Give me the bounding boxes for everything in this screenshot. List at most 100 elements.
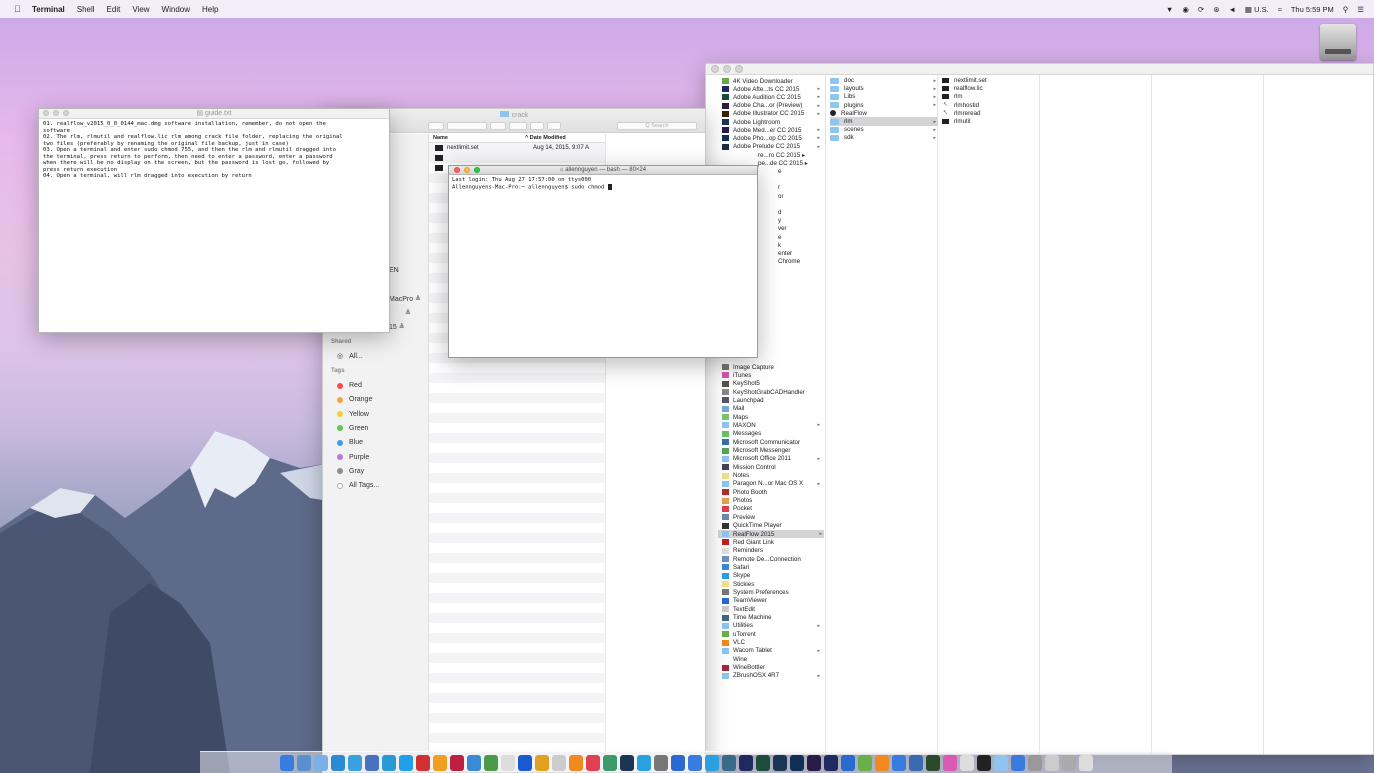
- terminal-output[interactable]: Last login: Thu Aug 27 17:57:00 on ttys0…: [449, 175, 757, 193]
- application-item[interactable]: Photo Booth: [722, 488, 822, 496]
- dock-app-icon[interactable]: [330, 754, 345, 771]
- arrange-button[interactable]: [490, 122, 506, 130]
- close-button[interactable]: [711, 65, 719, 73]
- dock-app-icon[interactable]: [364, 754, 379, 771]
- application-item[interactable]: VLC: [722, 639, 822, 647]
- application-item[interactable]: TextEdit: [722, 605, 822, 613]
- menu-shell[interactable]: Shell: [77, 5, 95, 14]
- action-gear-button[interactable]: [509, 122, 527, 130]
- dock-app-icon[interactable]: [585, 754, 600, 771]
- application-item[interactable]: Skype: [722, 572, 822, 580]
- tag-item[interactable]: All Tags...: [337, 482, 379, 489]
- application-item[interactable]: Time Machine: [722, 614, 822, 622]
- tag-button[interactable]: [547, 122, 561, 130]
- application-item[interactable]: Mission Control: [722, 463, 822, 471]
- application-item[interactable]: 4K Video Downloader: [722, 77, 822, 85]
- application-item[interactable]: ZBrushOSX 4R7 ▸: [722, 672, 822, 680]
- application-item[interactable]: Wine: [722, 655, 822, 663]
- application-item[interactable]: Mail: [722, 405, 822, 413]
- dock-app-icon[interactable]: [1061, 754, 1076, 771]
- application-item[interactable]: Adobe Pho...op CC 2015 ▸: [722, 134, 822, 142]
- application-item[interactable]: Reminders: [722, 547, 822, 555]
- dock-app-icon[interactable]: [602, 754, 617, 771]
- tag-item[interactable]: Orange: [337, 396, 372, 403]
- application-item[interactable]: Remote De...Connection: [722, 555, 822, 563]
- application-item[interactable]: Launchpad: [722, 396, 822, 404]
- application-item[interactable]: Notes: [722, 472, 822, 480]
- menu-view[interactable]: View: [132, 5, 149, 14]
- dock-app-icon[interactable]: [738, 754, 753, 771]
- close-button[interactable]: [43, 110, 49, 116]
- dock-app-icon[interactable]: [1078, 754, 1093, 771]
- volume-icon[interactable]: ◄: [1228, 5, 1235, 14]
- application-item[interactable]: Maps: [722, 413, 822, 421]
- dock-app-icon[interactable]: [619, 754, 634, 771]
- zoom-button[interactable]: [474, 167, 480, 173]
- tag-item[interactable]: Gray: [337, 468, 364, 475]
- funnel-icon[interactable]: ▼: [1166, 5, 1173, 14]
- dock-app-icon[interactable]: [772, 754, 787, 771]
- application-item[interactable]: Image Capture: [722, 363, 822, 371]
- dock-app-icon[interactable]: [279, 754, 294, 771]
- dock-app-icon[interactable]: [721, 754, 736, 771]
- application-item[interactable]: uTorrent: [722, 630, 822, 638]
- apple-icon[interactable]: : [14, 4, 24, 14]
- menu-edit[interactable]: Edit: [107, 5, 121, 14]
- application-item[interactable]: Utilities ▸: [722, 622, 822, 630]
- dock-app-icon[interactable]: [993, 754, 1008, 771]
- dock-app-icon[interactable]: [755, 754, 770, 771]
- dock-app-icon[interactable]: [1044, 754, 1059, 771]
- application-item[interactable]: TeamViewer: [722, 597, 822, 605]
- application-item[interactable]: KeyShot5: [722, 380, 822, 388]
- application-item[interactable]: Microsoft Office 2011 ▸: [722, 455, 822, 463]
- tag-item[interactable]: Yellow: [337, 411, 369, 418]
- dock-app-icon[interactable]: [483, 754, 498, 771]
- dock-app-icon[interactable]: [874, 754, 889, 771]
- dock-app-icon[interactable]: [976, 754, 991, 771]
- dock-app-icon[interactable]: [789, 754, 804, 771]
- close-button[interactable]: [454, 167, 460, 173]
- dock-app-icon[interactable]: [296, 754, 311, 771]
- minimize-button[interactable]: [723, 65, 731, 73]
- application-item[interactable]: Adobe Audition CC 2015 ▸: [722, 93, 822, 101]
- application-item[interactable]: Microsoft Communicator: [722, 438, 822, 446]
- guide-text-content[interactable]: 01. realflow_v2015_0_0_0144_mac.dmg soft…: [39, 119, 389, 182]
- tag-item[interactable]: Red: [337, 382, 362, 389]
- application-item[interactable]: Messages: [722, 430, 822, 438]
- dock-app-icon[interactable]: [1010, 754, 1025, 771]
- dock-app-icon[interactable]: [959, 754, 974, 771]
- application-item[interactable]: Pocket: [722, 505, 822, 513]
- clock[interactable]: Thu 5:59 PM: [1291, 5, 1334, 14]
- application-item[interactable]: Stickies: [722, 580, 822, 588]
- application-item[interactable]: Adobe Prelude CC 2015 ▸: [722, 143, 822, 151]
- application-item[interactable]: Paragon N...or Mac OS X ▸: [722, 480, 822, 488]
- file-row[interactable]: nextlimit.set Aug 14, 2015, 9:07 A: [429, 143, 605, 153]
- sidebar-partial-3[interactable]: ≜: [405, 309, 411, 317]
- col-date-header[interactable]: ^ Date Modified: [525, 135, 566, 141]
- dock-app-icon[interactable]: [823, 754, 838, 771]
- application-item[interactable]: Microsoft Messenger: [722, 447, 822, 455]
- application-item[interactable]: System Preferences: [722, 588, 822, 596]
- dock-app-icon[interactable]: [517, 754, 532, 771]
- minimize-button[interactable]: [53, 110, 59, 116]
- application-item[interactable]: Adobe Med...er CC 2015 ▸: [722, 126, 822, 134]
- application-item[interactable]: MAXON ▸: [722, 421, 822, 429]
- tag-item[interactable]: Blue: [337, 439, 363, 446]
- dock-app-icon[interactable]: [687, 754, 702, 771]
- dock-app-icon[interactable]: [568, 754, 583, 771]
- dock-app-icon[interactable]: [415, 754, 430, 771]
- application-item[interactable]: KeyShotGrabCADHandler: [722, 388, 822, 396]
- dock-app-icon[interactable]: [534, 754, 549, 771]
- dock-app-icon[interactable]: [653, 754, 668, 771]
- application-item[interactable]: Red Giant Link: [722, 538, 822, 546]
- menu-window[interactable]: Window: [162, 5, 190, 14]
- dock-app-icon[interactable]: [1027, 754, 1042, 771]
- dock-app-icon[interactable]: [704, 754, 719, 771]
- dock-app-icon[interactable]: [432, 754, 447, 771]
- application-item[interactable]: Photos: [722, 497, 822, 505]
- application-item[interactable]: QuickTime Player: [722, 522, 822, 530]
- sidebar-partial-1[interactable]: EN: [389, 267, 399, 274]
- application-item[interactable]: Adobe Cha...or (Preview) ▸: [722, 102, 822, 110]
- application-item[interactable]: Safari: [722, 563, 822, 571]
- notification-center-icon[interactable]: ☰: [1357, 5, 1364, 14]
